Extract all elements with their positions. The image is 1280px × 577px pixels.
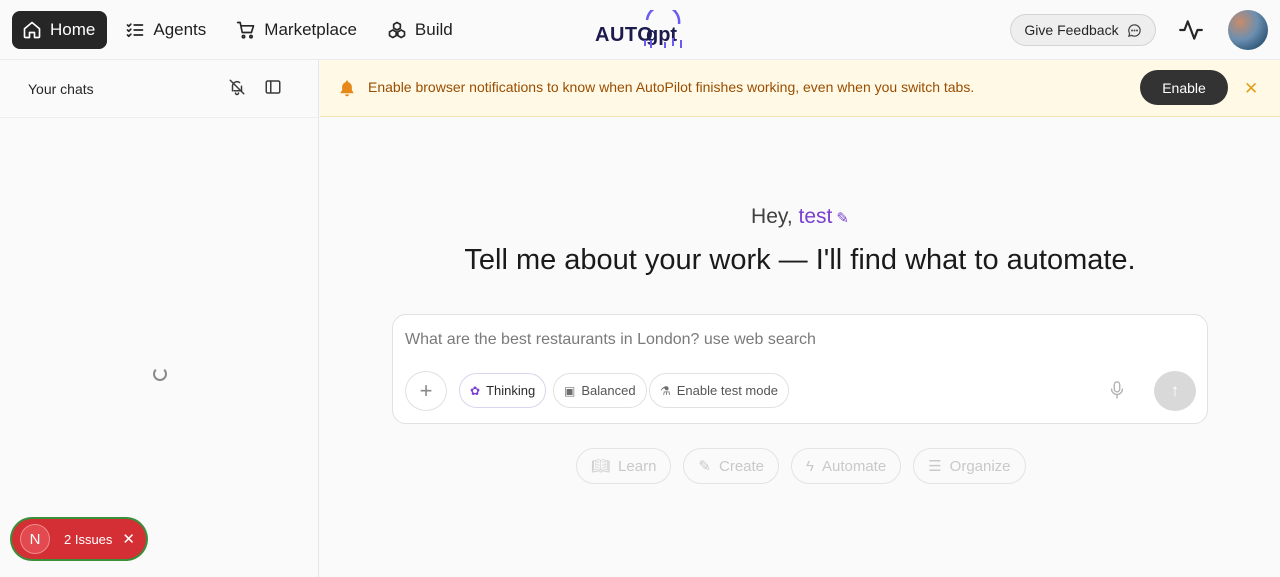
composer-input[interactable]: What are the best restaurants in London?…: [405, 331, 816, 349]
close-issues-icon[interactable]: ✕: [122, 530, 135, 548]
flask-icon: ⚗: [660, 383, 671, 398]
suggestion-learn-label: Learn: [618, 457, 657, 475]
bell-icon: [340, 80, 354, 97]
balanced-chip-label: Balanced: [581, 383, 636, 398]
nav-marketplace[interactable]: Marketplace: [226, 11, 369, 49]
chat-bubble-icon: [1127, 23, 1141, 37]
suggestion-learn[interactable]: 📖︎ Learn: [576, 448, 672, 484]
notifications-off-icon[interactable]: [228, 78, 246, 96]
enable-notifications-button[interactable]: Enable: [1140, 70, 1228, 105]
toggle-sidebar-icon[interactable]: [264, 78, 282, 96]
lightning-icon: ϟ: [806, 457, 814, 475]
suggestion-automate-label: Automate: [821, 457, 887, 475]
give-feedback-label: Give Feedback: [1024, 22, 1119, 38]
microphone-icon[interactable]: [1109, 381, 1125, 399]
nav-marketplace-label: Marketplace: [264, 20, 357, 39]
page-headline: Tell me about your work — I'll find what…: [464, 244, 1136, 276]
nav-home[interactable]: Home: [12, 11, 108, 49]
user-avatar[interactable]: [1228, 10, 1268, 50]
chat-sidebar: Your chats: [0, 60, 319, 577]
sidebar-actions: [228, 78, 282, 96]
suggestion-organize[interactable]: ☰ Organize: [913, 448, 1026, 484]
main-nav: Home Agents Marketplace Build: [12, 11, 465, 49]
autogpt-logo[interactable]: AUTO gpt: [595, 10, 687, 50]
book-icon: 📖︎: [591, 458, 611, 475]
suggestion-create[interactable]: ✎ Create: [683, 448, 780, 484]
issues-badge[interactable]: N 2 Issues ✕: [12, 519, 146, 559]
chip-cpu-icon: ▣: [564, 383, 576, 398]
activity-icon[interactable]: [1178, 17, 1204, 43]
cubes-icon: [388, 21, 406, 39]
issues-avatar: N: [20, 524, 50, 554]
nav-agents[interactable]: Agents: [115, 11, 218, 49]
send-button[interactable]: ↑: [1154, 371, 1196, 411]
suggestion-automate[interactable]: ϟ Automate: [791, 448, 902, 484]
cart-icon: [237, 21, 255, 39]
nav-build-label: Build: [414, 20, 453, 39]
issues-count-label: 2 Issues: [64, 531, 113, 547]
nav-agents-label: Agents: [153, 20, 207, 39]
greeting: Hey, test ✎: [320, 205, 1280, 229]
banner-message: Enable browser notifications to know whe…: [368, 79, 975, 95]
main-content: Hey, test ✎ Tell me about your work — I'l…: [320, 117, 1280, 577]
test-mode-chip[interactable]: ⚗ Enable test mode: [649, 373, 789, 408]
user-name: test: [798, 205, 833, 228]
list-icon: ☰: [928, 458, 942, 475]
nav-home-label: Home: [50, 20, 96, 39]
brain-icon: ✿: [470, 383, 481, 398]
suggestion-chips: 📖︎ Learn ✎ Create ϟ Automate ☰ Organize: [576, 448, 1026, 484]
balanced-chip[interactable]: ▣ Balanced: [553, 373, 647, 408]
thinking-chip-label: Thinking: [486, 383, 536, 398]
chat-composer: What are the best restaurants in London?…: [392, 314, 1208, 424]
home-icon: [23, 21, 41, 39]
edit-name-icon[interactable]: ✎: [836, 210, 849, 227]
sidebar-title: Your chats: [28, 80, 94, 97]
test-mode-chip-label: Enable test mode: [676, 383, 778, 398]
pen-icon: ✎: [698, 458, 711, 475]
close-banner-icon[interactable]: ✕: [1244, 79, 1258, 99]
greeting-prefix: Hey,: [751, 205, 793, 228]
top-navigation-bar: Home Agents Marketplace Build AUTO gpt G…: [0, 0, 1280, 60]
loading-spinner: [153, 367, 167, 381]
suggestion-organize-label: Organize: [949, 457, 1011, 475]
add-attachment-button[interactable]: +: [405, 371, 447, 411]
nav-build[interactable]: Build: [377, 11, 465, 49]
give-feedback-button[interactable]: Give Feedback: [1010, 14, 1156, 46]
notification-banner: Enable browser notifications to know whe…: [320, 60, 1280, 117]
suggestion-create-label: Create: [719, 457, 765, 475]
thinking-chip[interactable]: ✿ Thinking: [459, 373, 547, 408]
list-check-icon: [127, 23, 144, 38]
